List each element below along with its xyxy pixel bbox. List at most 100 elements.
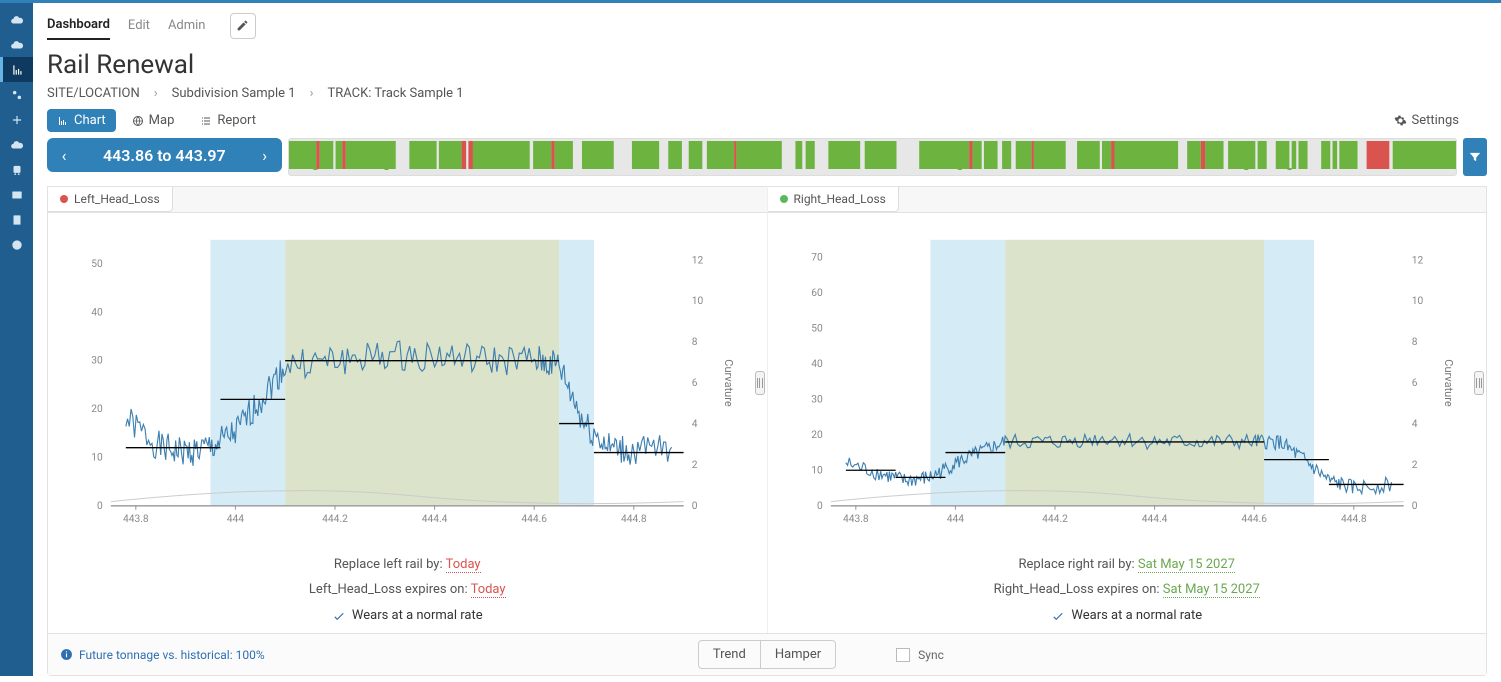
svg-text:2: 2 [692,460,698,471]
svg-text:444.6: 444.6 [1241,514,1267,525]
nav-icon-cloud-2[interactable] [0,32,33,57]
svg-text:443.8: 443.8 [842,514,868,525]
side-nav [0,3,33,676]
svg-text:6: 6 [692,378,698,389]
svg-text:10: 10 [692,296,704,307]
track-strip[interactable] [288,138,1457,176]
svg-text:0: 0 [1411,501,1417,512]
compose-button[interactable] [230,13,256,39]
right-panel-tab[interactable]: Right_Head_Loss [768,187,899,212]
settings-link[interactable]: Settings [1394,113,1487,128]
nav-icon-clipboard[interactable] [0,207,33,232]
svg-text:6: 6 [1411,378,1417,389]
svg-text:8: 8 [1411,337,1417,348]
svg-text:444.8: 444.8 [1340,514,1366,525]
svg-text:444.6: 444.6 [521,514,547,525]
svg-text:4: 4 [692,419,698,430]
breadcrumb: SITE/LOCATION › Subdivision Sample 1 › T… [47,86,1487,101]
svg-text:50: 50 [91,259,103,270]
footer-info: Future tonnage vs. historical: 100% [79,648,265,662]
crumb-site[interactable]: SITE/LOCATION [47,86,140,101]
svg-text:10: 10 [811,465,823,476]
svg-text:60: 60 [811,288,823,299]
svg-text:0: 0 [816,501,822,512]
svg-text:40: 40 [811,359,823,370]
left-panel: Left_Head_Loss 0 10 20 30 40 50 0 2 4 6 8 10 12 443.8… [48,186,768,633]
nav-icon-cloud-3[interactable] [0,132,33,157]
left-panel-tab[interactable]: Left_Head_Loss [48,187,173,212]
svg-text:444: 444 [946,514,963,525]
right-chart[interactable]: 010203040506070024681012443.8444444.2444… [790,225,1445,541]
svg-text:8: 8 [692,337,698,348]
svg-text:12: 12 [692,255,704,266]
svg-text:30: 30 [811,394,823,405]
curvature-axis-label: Curvature [1442,359,1455,406]
view-report-button[interactable]: Report [190,109,266,132]
crumb-subdivision[interactable]: Subdivision Sample 1 [172,86,296,101]
crumb-track[interactable]: TRACK: Track Sample 1 [327,86,463,101]
svg-text:4: 4 [1411,419,1417,430]
tab-dashboard[interactable]: Dashboard [47,11,110,40]
svg-text:10: 10 [91,452,103,463]
nav-icon-gears[interactable] [0,82,33,107]
svg-text:50: 50 [811,324,823,335]
chevron-right-icon: › [154,86,158,101]
svg-text:20: 20 [91,404,103,415]
replace-left-value[interactable]: Today [446,557,481,573]
info-icon [60,648,73,661]
expires-right-label: Right_Head_Loss expires on: [994,582,1163,597]
sync-label: Sync [918,648,944,662]
trend-button[interactable]: Trend [699,641,761,668]
nav-icon-cloud-1[interactable] [0,7,33,32]
svg-text:443.8: 443.8 [123,514,149,525]
page-title: Rail Renewal [47,50,1487,80]
nav-icon-train[interactable] [0,157,33,182]
right-wear-status: Wears at a normal rate [768,602,1487,633]
nav-icon-plus[interactable] [0,107,33,132]
left-chart[interactable]: 01020304050024681012443.8444444.2444.444… [70,225,725,541]
svg-text:0: 0 [97,501,103,512]
svg-text:30: 30 [91,356,103,367]
view-chart-button[interactable]: Chart [47,109,116,132]
top-tabs: Dashboard Edit Admin [47,11,1487,40]
tab-admin[interactable]: Admin [168,12,206,39]
panel-drag-handle[interactable] [1474,371,1484,395]
hamper-button[interactable]: Hamper [761,641,835,668]
range-text: 443.86 to 443.97 [81,146,248,165]
svg-text:444.4: 444.4 [1141,514,1167,525]
replace-left-label: Replace left rail by: [334,557,446,572]
left-wear-status: Wears at a normal rate [48,602,767,633]
nav-icon-help[interactable] [0,232,33,257]
svg-text:444.4: 444.4 [422,514,448,525]
range-prev-button[interactable]: ‹ [47,146,81,165]
svg-text:0: 0 [692,501,698,512]
curvature-axis-label: Curvature [722,359,735,406]
chevron-right-icon: › [310,86,314,101]
sync-checkbox[interactable] [896,648,910,662]
replace-right-label: Replace right rail by: [1019,557,1138,572]
panel-drag-handle[interactable] [755,371,765,395]
svg-text:10: 10 [1411,296,1423,307]
svg-text:444.8: 444.8 [621,514,647,525]
svg-text:20: 20 [811,430,823,441]
expires-left-value[interactable]: Today [471,582,506,598]
view-map-button[interactable]: Map [122,109,185,132]
expires-right-value[interactable]: Sat May 15 2027 [1163,582,1260,598]
filter-button[interactable] [1463,138,1487,176]
nav-icon-mail[interactable] [0,182,33,207]
tab-edit[interactable]: Edit [128,12,150,39]
green-dot-icon [780,195,788,203]
svg-text:12: 12 [1411,255,1423,266]
svg-text:444: 444 [227,514,244,525]
expires-left-label: Left_Head_Loss expires on: [309,582,471,597]
svg-text:2: 2 [1411,460,1417,471]
svg-text:444.2: 444.2 [1042,514,1068,525]
footer-bar: Future tonnage vs. historical: 100% Tren… [48,633,1486,675]
range-selector: ‹ 443.86 to 443.97 › [47,138,282,172]
red-dot-icon [60,195,68,203]
svg-text:40: 40 [91,307,103,318]
range-next-button[interactable]: › [248,146,282,165]
nav-icon-chart[interactable] [0,57,33,82]
replace-right-value[interactable]: Sat May 15 2027 [1138,557,1235,573]
right-panel: Right_Head_Loss 010203040506070024681012… [768,186,1487,633]
